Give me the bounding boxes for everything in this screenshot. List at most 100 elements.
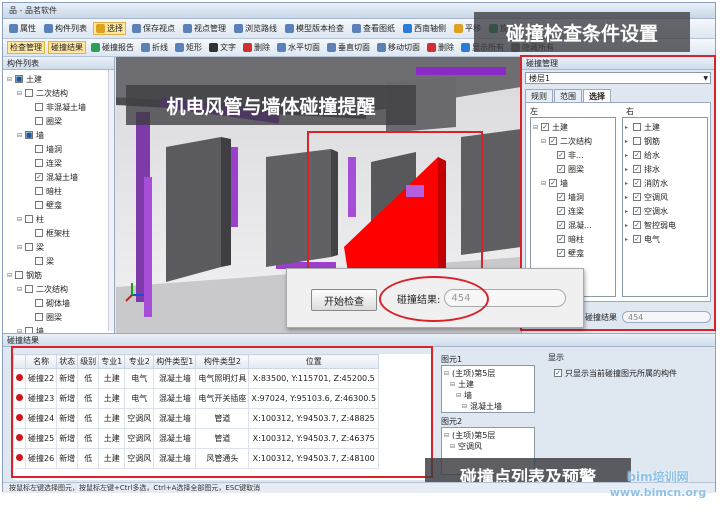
component-tree-label: 二次结构 xyxy=(36,284,68,294)
component-tree-item[interactable]: 墙洞 xyxy=(7,142,114,156)
component-checkbox[interactable]: ✓ xyxy=(35,173,43,181)
polyline-icon xyxy=(141,43,150,52)
expand-icon[interactable]: ⊟ xyxy=(17,216,24,223)
toolbar2-button-4[interactable]: 折线 xyxy=(139,42,170,53)
results-table-marker xyxy=(11,346,433,478)
expand-icon[interactable]: ⊟ xyxy=(17,90,24,97)
toolbar-button-label: 西南轴侧 xyxy=(414,24,446,33)
watermark: bim培训网 www.bimcn.org xyxy=(598,470,718,500)
element-tree-label: 土建 xyxy=(458,380,474,389)
toolbar-button-6[interactable]: 浏览路线 xyxy=(232,23,279,34)
component-checkbox[interactable] xyxy=(35,201,43,209)
component-tree-label: 非混凝土墙 xyxy=(46,102,86,112)
component-checkbox[interactable] xyxy=(35,313,43,321)
delete-icon xyxy=(243,43,252,52)
expand-icon[interactable]: ⊟ xyxy=(7,272,14,279)
toolbar2-button-3[interactable]: 碰撞报告 xyxy=(89,42,136,53)
component-tree-item[interactable]: ⊟ 二次结构 xyxy=(7,282,114,296)
toolbar2-button-5[interactable]: 矩形 xyxy=(173,42,204,53)
component-checkbox[interactable] xyxy=(25,89,33,97)
component-tree-item[interactable]: 连梁 xyxy=(7,156,114,170)
component-list-scrollbar[interactable] xyxy=(108,70,114,331)
component-checkbox[interactable] xyxy=(35,187,43,195)
toolbar2-button-label: 删除 xyxy=(438,43,454,52)
toolbar-button-5[interactable]: 视点管理 xyxy=(181,23,228,34)
component-checkbox[interactable] xyxy=(35,159,43,167)
component-tree-item[interactable]: ⊟ ■ 土建 xyxy=(7,72,114,86)
component-checkbox[interactable] xyxy=(35,299,43,307)
toolbar-button-7[interactable]: 模型版本检查 xyxy=(283,23,346,34)
component-tree-item[interactable]: 梁 xyxy=(7,254,114,268)
toolbar2-button-label: 碰撞结果 xyxy=(51,43,83,52)
component-tree-item[interactable]: ⊟ 钢筋 xyxy=(7,268,114,282)
expand-icon[interactable]: ⊟ xyxy=(17,244,24,251)
report-icon xyxy=(91,43,100,52)
expand-icon[interactable]: ⊟ xyxy=(462,403,469,410)
component-tree-item[interactable]: ⊟ 二次结构 xyxy=(7,86,114,100)
toolbar-button-8[interactable]: 查看图纸 xyxy=(350,23,397,34)
toolbar-button-3[interactable]: 选择 xyxy=(93,22,126,35)
component-tree-item[interactable]: ✓ 混凝土墙 xyxy=(7,170,114,184)
only-current-checkbox[interactable]: ✓ xyxy=(554,369,562,377)
element1-tree[interactable]: ⊟ (主项)第5层 ⊟ 土建 ⊟ 墙 ⊟ 混凝土墙 xyxy=(441,365,535,413)
component-list-icon xyxy=(44,24,53,33)
component-tree-label: 框架柱 xyxy=(46,228,70,238)
component-tree-item[interactable]: ⊟ 梁 xyxy=(7,240,114,254)
toolbar-button-9[interactable]: 西南轴侧 xyxy=(401,23,448,34)
expand-icon[interactable]: ⊟ xyxy=(450,443,457,450)
component-tree-item[interactable]: ⊟ 柱 xyxy=(7,212,114,226)
toolbar-button-2[interactable]: 构件列表 xyxy=(42,23,89,34)
toolbar2-button-2[interactable]: 碰撞结果 xyxy=(48,41,86,54)
component-checkbox[interactable]: ■ xyxy=(25,131,33,139)
only-current-option[interactable]: ✓ 只显示当前碰撞图元所属的构件 xyxy=(548,366,713,380)
expand-icon[interactable]: ⊟ xyxy=(444,370,451,377)
toolbar2-button-1[interactable]: 检查管理 xyxy=(7,41,45,54)
component-list-title: 构件列表 xyxy=(7,58,39,68)
component-checkbox[interactable]: ■ xyxy=(15,75,23,83)
component-tree-label: 暗柱 xyxy=(46,186,62,196)
element-tree-item[interactable]: ⊟ 土建 xyxy=(444,379,532,390)
element-tree-item[interactable]: ⊟ (主项)第5层 xyxy=(444,368,532,379)
display-title: 显示 xyxy=(548,353,564,362)
component-tree-item[interactable]: 非混凝土墙 xyxy=(7,100,114,114)
expand-icon[interactable]: ⊟ xyxy=(456,392,463,399)
component-checkbox[interactable] xyxy=(35,103,43,111)
expand-icon[interactable]: ⊟ xyxy=(7,76,14,83)
component-checkbox[interactable] xyxy=(35,145,43,153)
element-tree-item[interactable]: ⊟ 混凝土墙 xyxy=(444,401,532,412)
component-checkbox[interactable] xyxy=(35,229,43,237)
toolbar2-button-7[interactable]: 删除 xyxy=(241,42,272,53)
toolbar2-button-11[interactable]: 删除 xyxy=(425,42,456,53)
expand-icon[interactable]: ⊟ xyxy=(450,381,457,388)
component-checkbox[interactable] xyxy=(25,215,33,223)
component-tree-item[interactable]: 圈梁 xyxy=(7,114,114,128)
component-checkbox[interactable] xyxy=(15,271,23,279)
component-tree-item[interactable]: 砌体墙 xyxy=(7,296,114,310)
toolbar2-button-10[interactable]: 移动切面 xyxy=(375,42,422,53)
toolbar-button-1[interactable]: 属性 xyxy=(7,23,38,34)
expand-icon[interactable]: ⊟ xyxy=(444,432,451,439)
toolbar2-button-9[interactable]: 垂直切面 xyxy=(325,42,372,53)
drawing-icon xyxy=(352,24,361,33)
select-icon xyxy=(96,24,105,33)
component-tree-item[interactable]: 暗柱 xyxy=(7,184,114,198)
element-tree-item[interactable]: ⊟ 空调风 xyxy=(444,441,532,452)
expand-icon[interactable]: ⊟ xyxy=(17,132,24,139)
component-tree-item[interactable]: 壁龛 xyxy=(7,198,114,212)
component-tree-item[interactable]: 圈梁 xyxy=(7,310,114,324)
element-tree-item[interactable]: ⊟ 墙 xyxy=(444,390,532,401)
toolbar2-button-6[interactable]: 文字 xyxy=(207,42,238,53)
component-tree-item[interactable]: 框架柱 xyxy=(7,226,114,240)
viewport-annotation: 机电风管与墙体碰撞提醒 xyxy=(126,85,416,125)
toolbar2-button-8[interactable]: 水平切面 xyxy=(275,42,322,53)
component-checkbox[interactable] xyxy=(25,243,33,251)
expand-icon[interactable]: ⊟ xyxy=(17,286,24,293)
component-checkbox[interactable] xyxy=(35,117,43,125)
component-tree-label: 土建 xyxy=(26,74,42,84)
toolbar-button-4[interactable]: 保存视点 xyxy=(130,23,177,34)
component-tree-item[interactable]: ⊟ ■ 墙 xyxy=(7,128,114,142)
element-tree-item[interactable]: ⊟ (主项)第5层 xyxy=(444,430,532,441)
component-checkbox[interactable] xyxy=(35,257,43,265)
component-checkbox[interactable] xyxy=(25,285,33,293)
start-check-button[interactable]: 开始检查 xyxy=(311,289,377,311)
